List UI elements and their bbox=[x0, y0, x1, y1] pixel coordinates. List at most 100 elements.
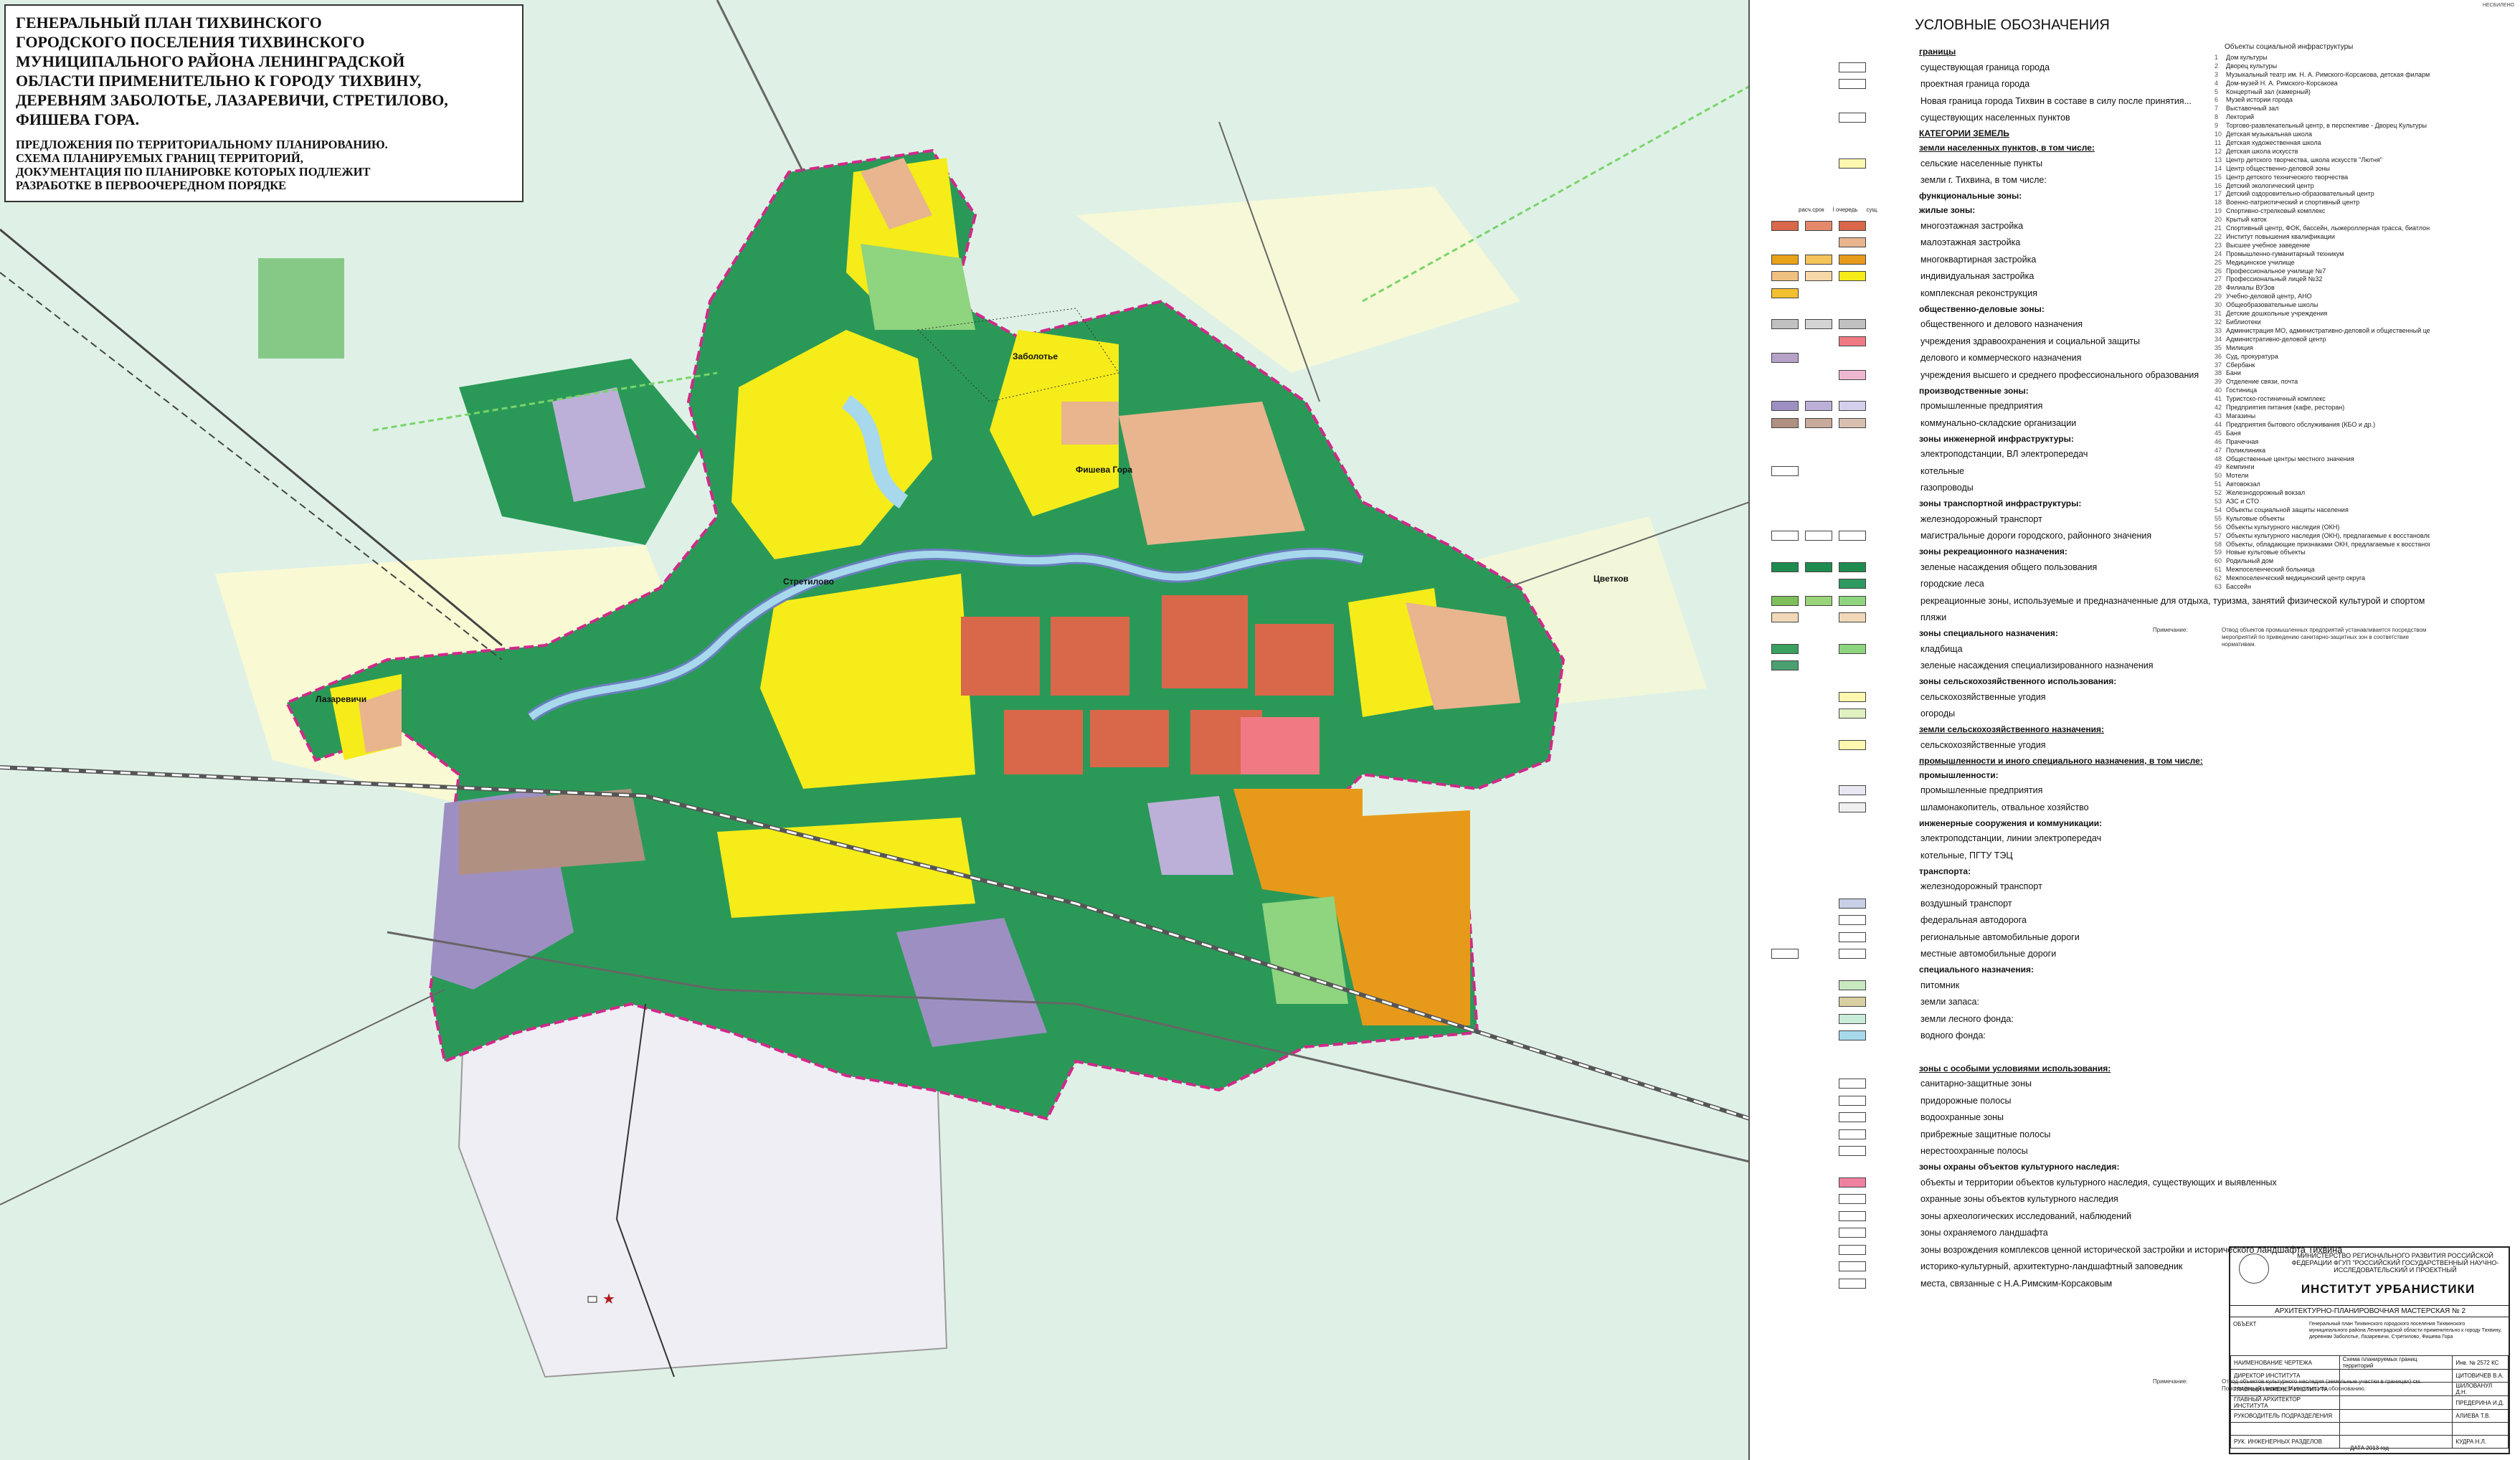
legend-swatch bbox=[1771, 237, 1799, 247]
stamp-workshop: АРХИТЕКТУРНО-ПЛАНИРОВОЧНАЯ МАСТЕРСКАЯ № … bbox=[2230, 1305, 2510, 1317]
social-object-number: 12 bbox=[2215, 147, 2222, 155]
legend-item-label: индивидуальная застройка bbox=[1920, 271, 2035, 282]
legend-swatch bbox=[1805, 612, 1832, 622]
social-object-label: Детская художественная школа bbox=[2226, 138, 2321, 146]
legend-section-text: зоны охраны объектов культурного наследи… bbox=[1919, 1162, 2120, 1172]
legend-swatch bbox=[1771, 254, 1799, 265]
social-object-number: 5 bbox=[2215, 87, 2219, 95]
legend-swatch bbox=[1839, 1095, 1866, 1106]
map-canvas[interactable]: ★ ГЕНЕРАЛЬНЫЙ ПЛАН ТИХВИНСКОГО ГОРОДСКОГ… bbox=[0, 0, 1750, 1460]
legend-swatches bbox=[1770, 401, 1915, 412]
legend-section-text: промышленности: bbox=[1919, 769, 1999, 780]
legend-swatches bbox=[1770, 96, 1915, 106]
stamp-cell: АЛИЕВА Т.В. bbox=[2452, 1409, 2509, 1423]
social-object-item: 9 Торгово-развлекательный центр, в перспе… bbox=[2215, 122, 2430, 131]
legend-item: сельскохозяйственные угодия bbox=[1770, 736, 2520, 754]
legend-swatch bbox=[1805, 561, 1832, 572]
legend-swatch bbox=[1805, 319, 1832, 330]
stamp-ministry: МИНИСТЕРСТВО РЕГИОНАЛЬНОГО РАЗВИТИЯ РОСС… bbox=[2291, 1252, 2499, 1274]
social-object-label: Железнодорожный вокзал bbox=[2226, 489, 2306, 497]
legend-item-label: сельские населенные пункты bbox=[1920, 158, 2043, 169]
social-object-item: 15 Центр детского технического творчества bbox=[2215, 174, 2430, 182]
social-object-label: Межпоселенческий медицинский центр округ… bbox=[2226, 574, 2366, 582]
legend-swatch bbox=[1805, 288, 1832, 298]
social-object-number: 37 bbox=[2215, 361, 2222, 369]
legend-swatches bbox=[1770, 1095, 1915, 1106]
legend-swatch bbox=[1771, 1129, 1799, 1139]
legend-swatch bbox=[1839, 802, 1866, 812]
stamp-row bbox=[2230, 1422, 2509, 1436]
legend-swatch bbox=[1771, 220, 1799, 231]
legend-swatch bbox=[1805, 353, 1832, 363]
social-object-label: Дворец культуры bbox=[2226, 62, 2278, 70]
legend-swatch bbox=[1805, 932, 1832, 942]
legend-swatches bbox=[1770, 561, 1915, 572]
social-object-item: 45 Баня bbox=[2215, 430, 2430, 438]
social-object-item: 19 Спортивно-стрелковый комплекс bbox=[2215, 207, 2430, 216]
legend-swatch bbox=[1839, 595, 1866, 606]
legend-swatch bbox=[1771, 833, 1799, 843]
legend-swatch bbox=[1805, 449, 1832, 459]
social-object-number: 60 bbox=[2215, 557, 2222, 565]
legend-swatch bbox=[1805, 899, 1832, 909]
legend-item-label: историко-культурный, архитектурно-ландша… bbox=[1920, 1261, 2183, 1272]
legend-swatch bbox=[1805, 579, 1832, 589]
social-object-label: Объекты социальной защиты населения bbox=[2226, 506, 2349, 513]
legend-item: огороды bbox=[1770, 706, 2520, 723]
social-object-number: 46 bbox=[2215, 437, 2222, 445]
social-object-number: 18 bbox=[2215, 199, 2222, 207]
legend-swatch bbox=[1805, 175, 1832, 185]
emblem-icon bbox=[2239, 1253, 2269, 1284]
social-object-item: 18 Военно-патриотический и спортивный цен… bbox=[2215, 199, 2430, 207]
legend-swatch bbox=[1771, 113, 1799, 123]
social-object-label: Межпоселенческий больница bbox=[2226, 566, 2315, 574]
stamp-cell: Инв. № 2572 КС bbox=[2452, 1355, 2509, 1370]
stamp-cell: ДИРЕКТОР ИНСТИТУТА bbox=[2230, 1369, 2340, 1383]
social-object-number: 48 bbox=[2215, 455, 2222, 463]
social-objects-list: Объекты социальной инфраструктуры 1 Дом к… bbox=[2215, 43, 2430, 592]
social-object-number: 28 bbox=[2215, 284, 2222, 292]
legend-item: зеленые насаждения специализированного н… bbox=[1770, 658, 2520, 675]
legend-item: сельскохозяйственные угодия bbox=[1770, 688, 2520, 706]
social-object-number: 38 bbox=[2215, 369, 2222, 377]
legend-swatch bbox=[1771, 932, 1799, 942]
legend-item-label: кладбища bbox=[1920, 643, 1963, 654]
social-object-number: 57 bbox=[2215, 531, 2222, 539]
legend-item: водного фонда: bbox=[1770, 1028, 2520, 1045]
social-object-item: 20 Крытый каток bbox=[2215, 216, 2430, 224]
social-object-label: Музыкальный театр им. Н. А. Римского-Кор… bbox=[2226, 70, 2430, 78]
legend-item-label: места, связанные с Н.А.Римским-Корсаковы… bbox=[1920, 1278, 2113, 1289]
legend-note-industrial: Примечание: Отвод объектов промышленных … bbox=[2153, 627, 2437, 648]
social-object-item: 54 Объекты социальной защиты населения bbox=[2215, 506, 2430, 515]
legend-swatch bbox=[1771, 1211, 1799, 1221]
social-object-number: 36 bbox=[2215, 352, 2222, 360]
social-object-item: 29 Учебно-деловой центр, АНО bbox=[2215, 293, 2430, 301]
social-object-label: Центр общественно-деловой зоны bbox=[2226, 164, 2330, 172]
social-object-label: Лекторий bbox=[2226, 113, 2255, 121]
legend-swatches bbox=[1770, 237, 1915, 248]
stamp-row: ГЛАВНЫЙ АРХИТЕКТОР ИНСТИТУТА ПРЕДЕРИНА И.… bbox=[2230, 1395, 2509, 1410]
legend-item-label: учреждения высшего и среднего профессион… bbox=[1920, 369, 2199, 380]
social-object-item: 10 Детская музыкальная школа bbox=[2215, 131, 2430, 139]
legend-swatches bbox=[1770, 62, 1915, 72]
legend-swatch bbox=[1771, 881, 1799, 891]
legend-section-heading: промышленности: bbox=[1770, 768, 2520, 782]
stamp-cell bbox=[2452, 1422, 2509, 1436]
legend-item-label: огороды bbox=[1920, 708, 1956, 719]
legend-swatch bbox=[1771, 850, 1799, 861]
social-object-item: 39 Отделение связи, почта bbox=[2215, 378, 2430, 387]
legend-swatch bbox=[1839, 353, 1866, 363]
legend-item: железнодорожный транспорт bbox=[1770, 878, 2520, 896]
legend-section-heading: промышленности и иного специального назн… bbox=[1770, 754, 2520, 768]
label-stretilovo: Стретилово bbox=[783, 577, 834, 587]
legend-swatch bbox=[1771, 353, 1799, 364]
social-object-number: 32 bbox=[2215, 318, 2222, 326]
legend-swatch bbox=[1839, 1228, 1866, 1238]
social-object-number: 42 bbox=[2215, 404, 2222, 412]
social-object-item: 55 Культовые объекты bbox=[2215, 515, 2430, 523]
legend-swatch bbox=[1771, 802, 1799, 812]
social-object-label: Бани bbox=[2226, 369, 2241, 377]
legend-section-text: транспорта: bbox=[1919, 866, 1971, 876]
legend-swatch bbox=[1805, 237, 1832, 247]
legend-swatches bbox=[1770, 1261, 1915, 1272]
